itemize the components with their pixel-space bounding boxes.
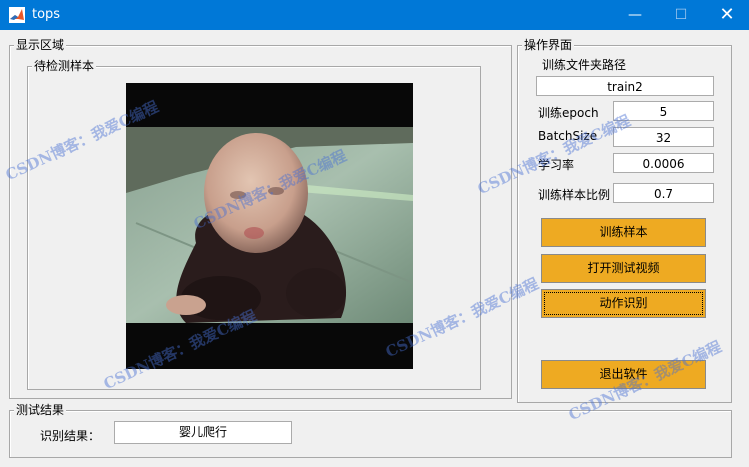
display-panel-title: 显示区域 [14, 37, 67, 53]
client-area: 显示区域 待检测样本 操作界面 训练文件夹路径 train2 训练epoch 5… [0, 30, 749, 467]
exit-button[interactable]: 退出软件 [541, 360, 706, 389]
folder-path-input[interactable]: train2 [536, 76, 714, 96]
recognize-button[interactable]: 动作识别 [541, 289, 706, 318]
train-ratio-label: 训练样本比例 [538, 188, 611, 202]
matlab-icon [9, 7, 25, 23]
train-button[interactable]: 训练样本 [541, 218, 706, 247]
ops-panel-title: 操作界面 [522, 37, 575, 53]
epoch-input[interactable]: 5 [613, 101, 714, 121]
epoch-label: 训练epoch [538, 106, 599, 120]
ops-panel: 操作界面 训练文件夹路径 train2 训练epoch 5 BatchSize … [517, 37, 732, 403]
close-button[interactable]: ✕ [704, 0, 749, 30]
minimize-button[interactable]: — [612, 0, 658, 30]
result-label: 识别结果： [40, 429, 101, 443]
open-video-button[interactable]: 打开测试视频 [541, 254, 706, 283]
result-output: 婴儿爬行 [114, 421, 292, 444]
maximize-button[interactable]: ☐ [658, 0, 704, 30]
video-frame [126, 83, 413, 369]
folder-path-label: 训练文件夹路径 [542, 58, 627, 72]
learning-rate-label: 学习率 [538, 158, 575, 172]
window-title: tops [32, 7, 61, 22]
train-ratio-input[interactable]: 0.7 [613, 183, 714, 203]
display-panel: 显示区域 待检测样本 [9, 37, 512, 399]
result-panel: 测试结果 识别结果： 婴儿爬行 [9, 402, 732, 458]
title-bar: tops — ☐ ✕ [0, 0, 749, 30]
learning-rate-input[interactable]: 0.0006 [613, 153, 714, 173]
batch-size-label: BatchSize [538, 129, 598, 143]
result-panel-title: 测试结果 [14, 402, 67, 418]
baby-crawling-image [126, 83, 413, 369]
sample-panel: 待检测样本 [27, 58, 481, 390]
batch-size-input[interactable]: 32 [613, 127, 714, 147]
sample-panel-title: 待检测样本 [32, 58, 97, 74]
